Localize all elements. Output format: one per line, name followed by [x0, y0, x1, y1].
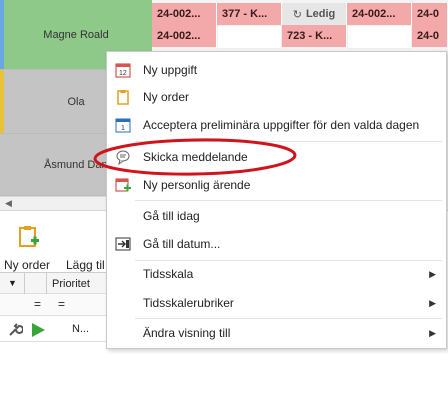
task-cell[interactable]: 24-0: [412, 25, 448, 47]
free-slot-label: Ledig: [305, 8, 336, 20]
task-cell[interactable]: 24-002...: [152, 25, 217, 47]
free-slot-cell[interactable]: ↻ Ledig: [282, 3, 347, 25]
submenu-arrow-icon: ▶: [429, 268, 436, 279]
menu-item-new-order[interactable]: Ny order: [107, 84, 446, 110]
resource-color-strip: [0, 0, 4, 69]
menu-item-accept-preliminary[interactable]: 1 Acceptera preliminära uppgifter för de…: [107, 112, 446, 138]
context-menu: 12 Ny uppgift Ny order 1 Acceptera preli…: [106, 51, 447, 349]
priority-column-header[interactable]: Prioritet: [52, 278, 90, 290]
new-order-button[interactable]: Ny order: [4, 225, 54, 272]
menu-item-change-view[interactable]: Ändra visning till ▶: [107, 320, 446, 346]
menu-item-send-message[interactable]: Skicka meddelande: [107, 144, 446, 170]
menu-item-timescale[interactable]: Tidsskala ▶: [107, 261, 446, 287]
resource-color-strip: [0, 70, 4, 133]
scroll-left-icon[interactable]: ◀: [5, 198, 12, 209]
menu-item-label: Ny uppgift: [143, 63, 198, 77]
resource-name: Magne Roald: [43, 28, 109, 41]
submenu-arrow-icon: ▶: [429, 297, 436, 308]
row-value: N...: [72, 323, 90, 335]
menu-item-label: Tidsskalerubriker: [143, 296, 234, 310]
add-label: Lägg til: [66, 258, 105, 272]
task-cell[interactable]: 24-002...: [152, 3, 217, 25]
menu-item-label: Skicka meddelande: [143, 150, 248, 164]
menu-separator: [135, 318, 442, 319]
submenu-arrow-icon: ▶: [429, 327, 436, 338]
task-cell[interactable]: 24-002...: [347, 3, 412, 25]
empty-cell[interactable]: [347, 25, 412, 49]
new-order-icon: [19, 226, 39, 247]
svg-text:12: 12: [119, 70, 127, 77]
task-cell[interactable]: 723 - K...: [282, 25, 347, 47]
new-order-label: Ny order: [4, 258, 51, 272]
menu-item-go-to-date[interactable]: Gå till datum...: [107, 231, 446, 257]
menu-separator: [135, 200, 442, 201]
menu-item-label: Ny order: [143, 90, 190, 104]
calendar-accept-icon: 1: [115, 118, 131, 133]
grid-filter-row: = =: [0, 294, 120, 316]
task-cell[interactable]: 24-0: [412, 3, 448, 25]
menu-item-label: Gå till datum...: [143, 237, 221, 251]
menu-item-label: Acceptera preliminära uppgifter för den …: [143, 118, 420, 132]
resource-name: Ola: [67, 95, 85, 108]
filter-eq[interactable]: =: [34, 297, 41, 311]
resource-name: Åsmund Dan: [44, 158, 108, 171]
grid-header: ▼ Prioritet: [0, 272, 120, 295]
clipboard-icon: [117, 90, 129, 105]
calendar-icon: 12: [115, 63, 131, 78]
menu-separator: [135, 141, 442, 142]
empty-cell[interactable]: [217, 25, 282, 49]
menu-item-new-personal[interactable]: Ny personlig ärende: [107, 172, 446, 198]
menu-item-go-today[interactable]: Gå till idag: [107, 203, 446, 229]
wrench-icon[interactable]: [7, 322, 23, 338]
task-cell[interactable]: 377 - K...: [217, 3, 282, 25]
menu-item-label: Ny personlig ärende: [143, 178, 251, 192]
play-icon[interactable]: [30, 322, 46, 338]
chat-bubble-icon: [116, 150, 130, 165]
menu-item-timescale-headers[interactable]: Tidsskalerubriker ▶: [107, 290, 446, 316]
refresh-icon: ↻: [292, 8, 302, 21]
menu-item-label: Tidsskala: [143, 267, 194, 281]
calendar-cells: 24-002... 377 - K... ↻ Ledig 24-002... 24…: [152, 0, 448, 50]
expand-icon[interactable]: ▼: [8, 278, 17, 288]
filter-eq[interactable]: =: [58, 297, 65, 311]
menu-item-label: Ändra visning till: [143, 326, 231, 340]
menu-item-label: Gå till idag: [143, 209, 200, 223]
goto-date-icon: [115, 237, 131, 251]
grid-data-row[interactable]: N...: [0, 318, 120, 342]
menu-item-new-task[interactable]: 12 Ny uppgift: [107, 57, 446, 83]
svg-text:1: 1: [121, 125, 125, 132]
calendar-add-icon: [115, 178, 131, 192]
